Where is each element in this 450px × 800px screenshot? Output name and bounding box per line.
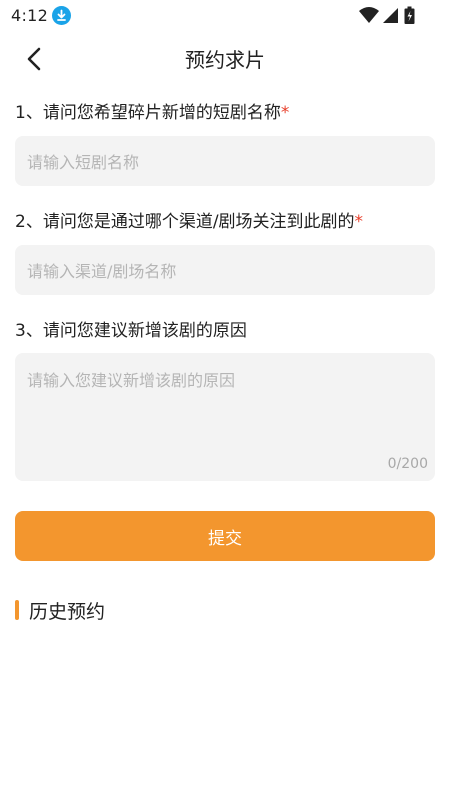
section-marker (15, 600, 19, 620)
question-2-text: 2、请问您是通过哪个渠道/剧场关注到此剧的 (15, 212, 355, 232)
short-drama-name-placeholder: 请输入短剧名称 (27, 153, 140, 172)
status-time: 4:12 (11, 6, 49, 25)
short-drama-name-input[interactable]: 请输入短剧名称 (15, 136, 435, 186)
question-1-text: 1、请问您希望碎片新增的短剧名称 (15, 103, 281, 123)
question-2-label: 2、请问您是通过哪个渠道/剧场关注到此剧的* (15, 207, 363, 232)
nav-bar: 预约求片 (0, 36, 450, 80)
battery-icon (404, 6, 415, 26)
wifi-icon (358, 6, 380, 26)
question-3-text: 3、请问您建议新增该剧的原因 (15, 321, 247, 341)
status-bar: 4:12 (0, 0, 450, 32)
char-counter: 0/200 (387, 456, 428, 472)
submit-button[interactable]: 提交 (15, 511, 435, 561)
page-title: 预约求片 (185, 48, 265, 72)
channel-name-placeholder: 请输入渠道/剧场名称 (27, 262, 177, 281)
reason-placeholder: 请输入您建议新增该剧的原因 (27, 371, 236, 390)
required-star: * (354, 212, 364, 232)
question-3-label: 3、请问您建议新增该剧的原因 (15, 316, 247, 341)
reason-textarea[interactable]: 请输入您建议新增该剧的原因 0/200 (15, 353, 435, 481)
download-icon (52, 6, 71, 25)
required-star: * (280, 103, 290, 123)
signal-icon (381, 6, 399, 26)
history-section-title: 历史预约 (29, 601, 106, 623)
channel-name-input[interactable]: 请输入渠道/剧场名称 (15, 245, 435, 295)
question-1-label: 1、请问您希望碎片新增的短剧名称* (15, 98, 289, 123)
